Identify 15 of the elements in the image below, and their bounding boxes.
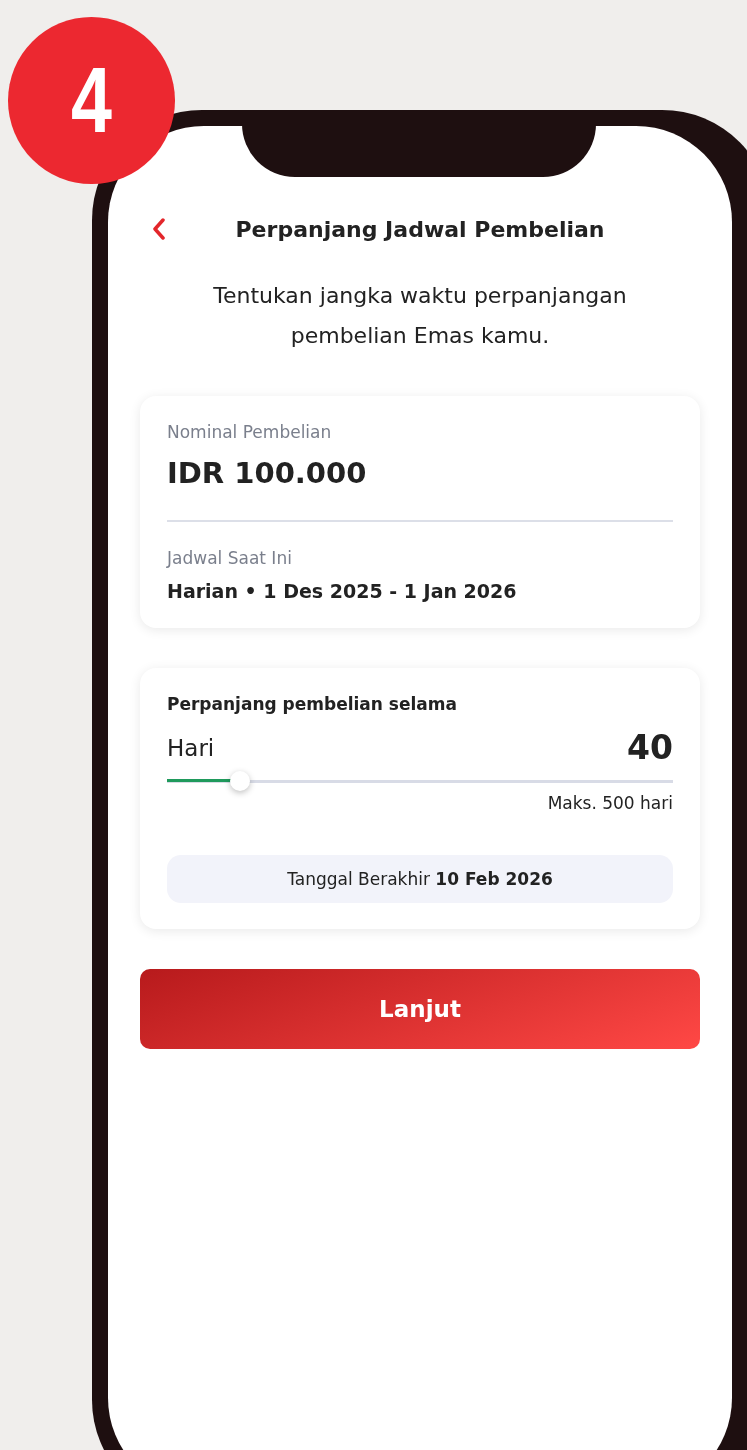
nominal-label: Nominal Pembelian xyxy=(167,422,333,442)
end-date-text: Tanggal Berakhir 10 Feb 2026 xyxy=(167,855,673,903)
max-label: Maks. 500 hari xyxy=(547,793,673,813)
continue-button[interactable]: Lanjut xyxy=(140,969,700,1049)
step-badge: 4 xyxy=(8,17,175,184)
nominal-value: IDR 100.000 xyxy=(167,456,368,490)
back-icon[interactable] xyxy=(152,218,166,240)
extension-title: Perpanjang pembelian selama xyxy=(167,694,458,714)
screen-title: Perpanjang Jadwal Pembelian xyxy=(235,216,605,242)
unit-label: Hari xyxy=(167,734,215,761)
instruction-text: Tentukan jangka waktu perpanjangan pembelian Emas kamu. xyxy=(212,282,628,350)
duration-value: 40 xyxy=(627,728,673,767)
slider-thumb[interactable] xyxy=(230,771,251,791)
schedule-label: Jadwal Saat Ini xyxy=(167,548,293,568)
schedule-value: Harian • 1 Des 2025 - 1 Jan 2026 xyxy=(167,580,518,602)
